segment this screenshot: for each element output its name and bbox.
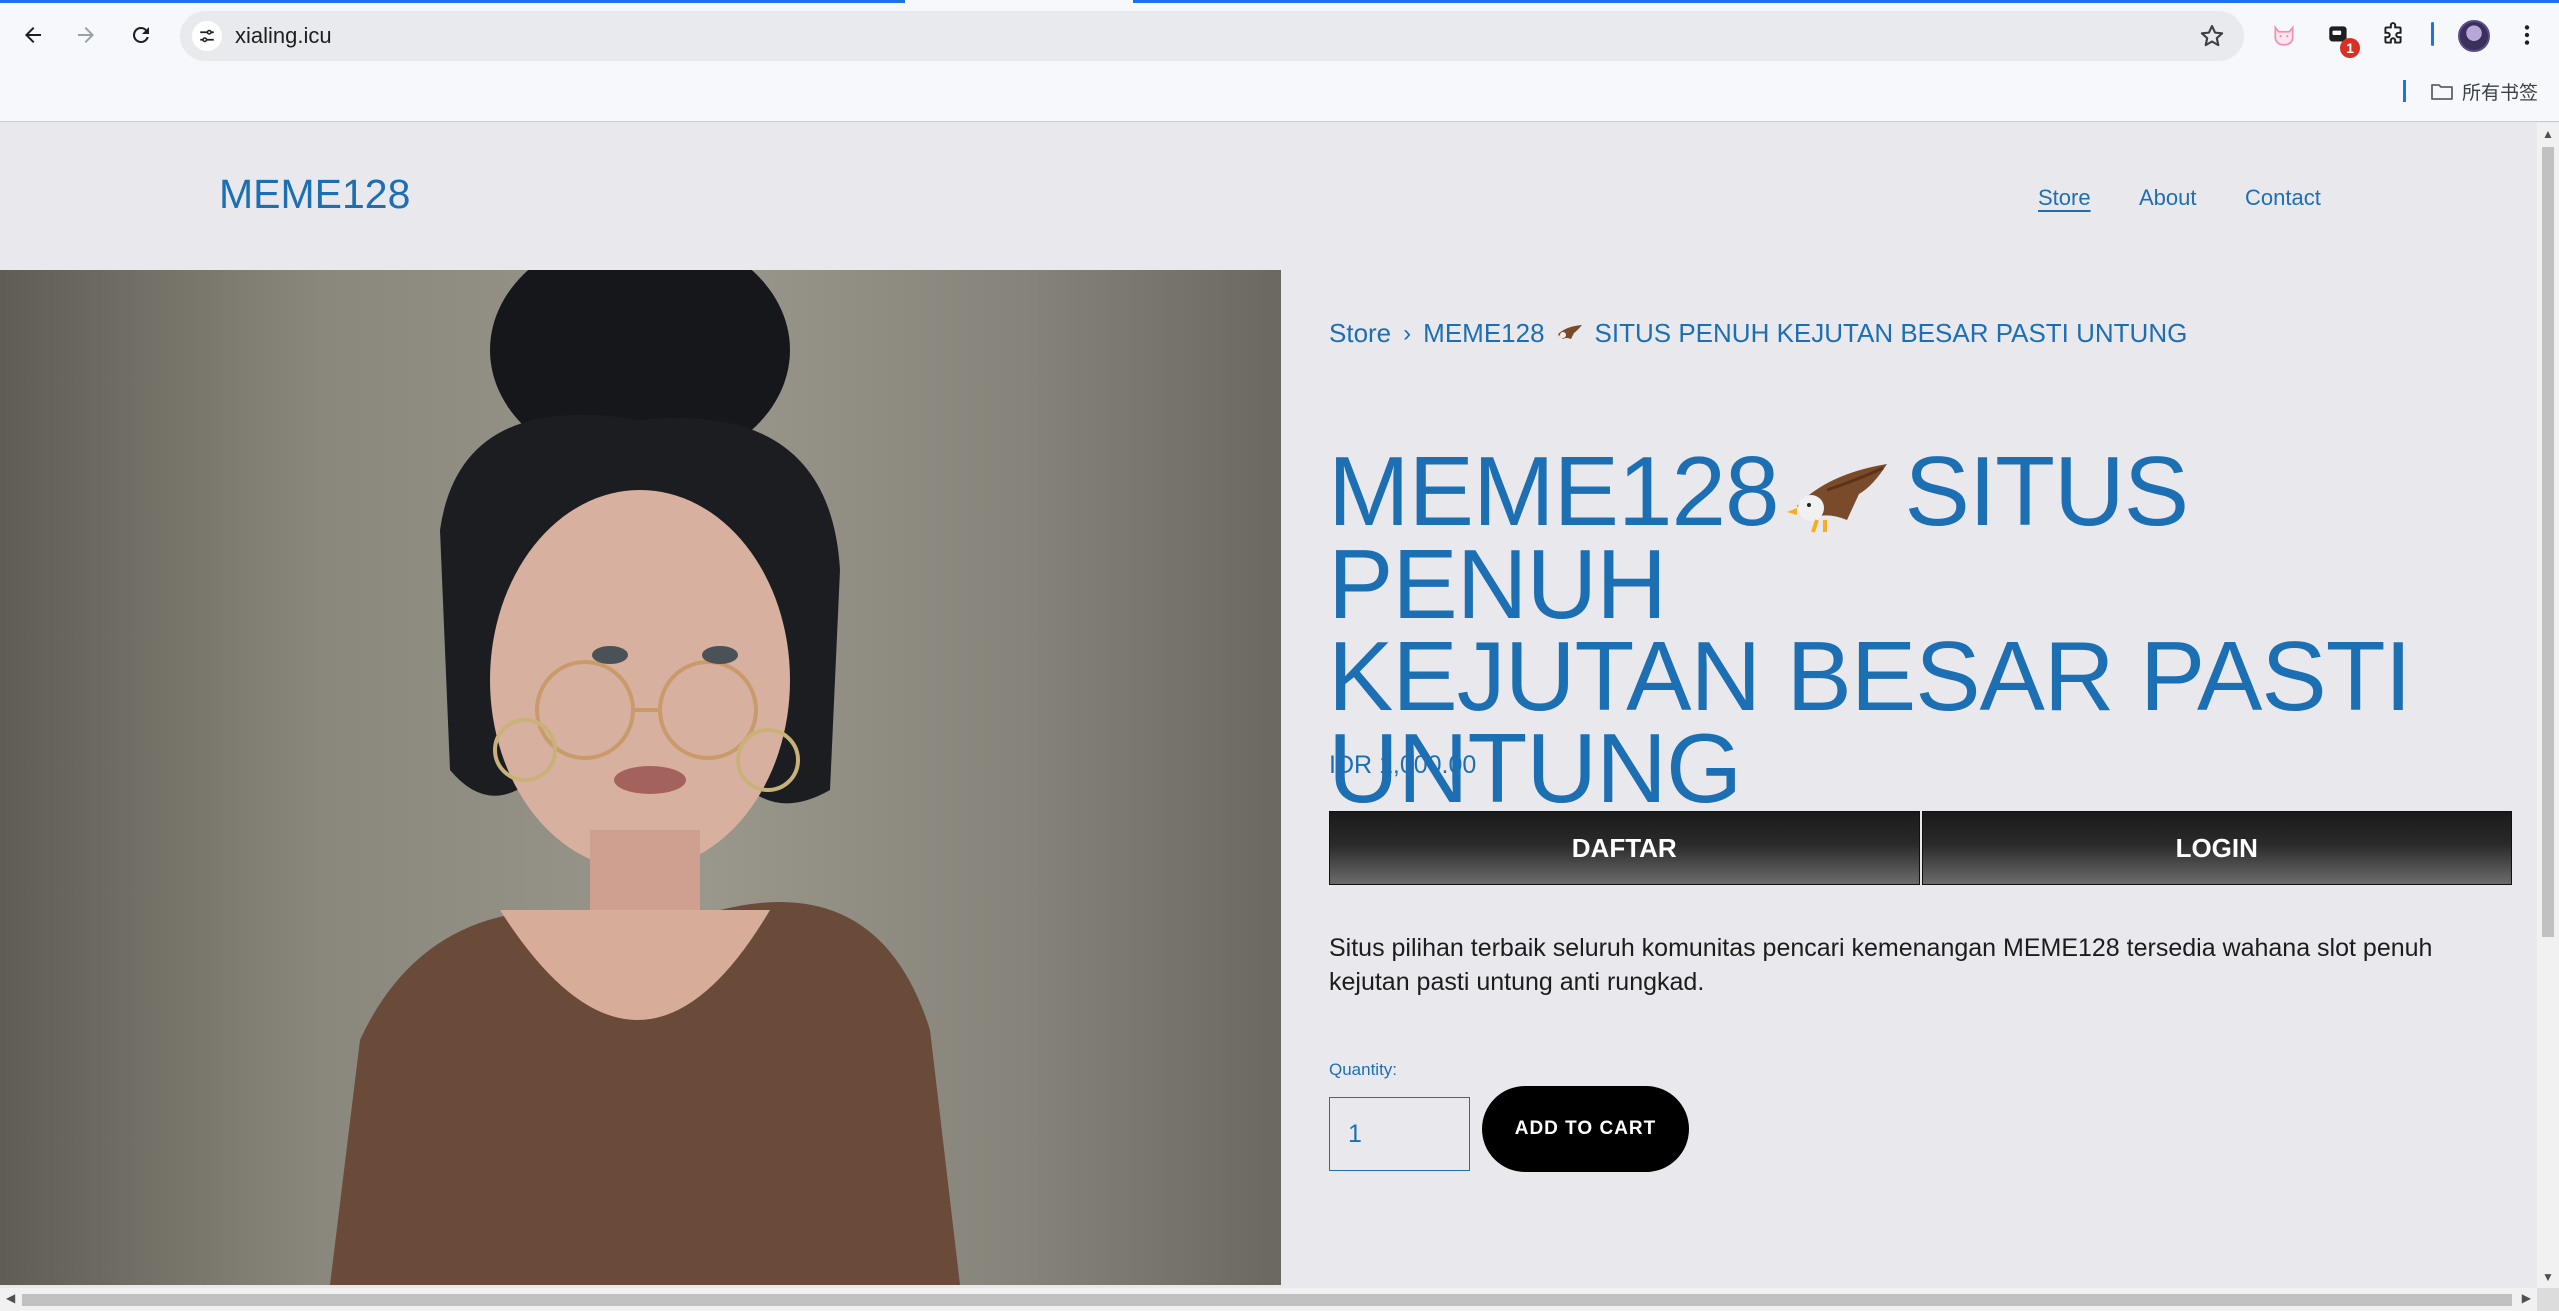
breadcrumb-current-prefix: MEME128 <box>1423 318 1545 348</box>
bookmark-star-icon[interactable] <box>2198 22 2226 50</box>
scroll-left-arrow[interactable]: ◀ <box>6 1291 15 1305</box>
scroll-up-arrow[interactable]: ▲ <box>2542 127 2554 141</box>
back-icon <box>25 27 41 43</box>
vertical-scroll-thumb[interactable] <box>2542 147 2554 937</box>
bookmark-bar-divider <box>2403 80 2406 102</box>
extension-badge-count: 1 <box>2340 38 2360 58</box>
site-info-icon[interactable] <box>192 21 222 51</box>
horizontal-scrollbar[interactable]: ◀ ▶ <box>0 1288 2537 1311</box>
login-button[interactable]: LOGIN <box>1921 811 2512 885</box>
forward-button[interactable] <box>67 16 105 54</box>
scroll-down-arrow[interactable]: ▼ <box>2542 1270 2554 1284</box>
loading-progress-bar <box>0 0 905 3</box>
cta-button-row: DAFTAR LOGIN <box>1329 811 2512 885</box>
menu-dots-icon[interactable] <box>2510 18 2544 52</box>
quantity-label: Quantity: <box>1329 1060 1398 1079</box>
address-bar[interactable]: xialing.icu <box>180 11 2244 61</box>
breadcrumb-current-suffix: SITUS PENUH KEJUTAN BESAR PASTI UNTUNG <box>1594 318 2188 348</box>
page-content: MEME128 Store About Contact Store › MEME… <box>0 123 2537 1285</box>
scrollbar-corner <box>2537 1288 2559 1311</box>
eagle-emoji-icon <box>1786 464 1887 533</box>
extension-badge-icon[interactable]: 1 <box>2322 18 2360 58</box>
back-button[interactable] <box>14 16 52 54</box>
forward-icon <box>78 27 94 43</box>
scroll-right-arrow[interactable]: ▶ <box>2522 1291 2531 1305</box>
product-title: MEME128 SITUS PENUH KEJUTAN BESAR PASTI U… <box>1328 442 2518 817</box>
vertical-scrollbar[interactable]: ▲ ▼ <box>2537 123 2559 1288</box>
address-url[interactable]: xialing.icu <box>235 23 332 49</box>
cat-extension-icon[interactable] <box>2267 18 2301 52</box>
puzzle-icon[interactable] <box>2376 18 2410 52</box>
eagle-emoji-icon <box>1556 324 1582 339</box>
nav-about[interactable]: About <box>2139 185 2197 211</box>
horizontal-scroll-thumb[interactable] <box>22 1294 2512 1306</box>
browser-toolbar: xialing.icu 1 所有书签 <box>0 0 2559 122</box>
daftar-button[interactable]: DAFTAR <box>1329 811 1920 885</box>
nav-contact[interactable]: Contact <box>2245 185 2321 211</box>
folder-icon <box>2431 83 2453 100</box>
breadcrumb: Store › MEME128 SITUS PENUH KEJUTAN BESA… <box>1329 318 2187 349</box>
loading-progress-bar-segment <box>1133 0 2559 3</box>
breadcrumb-store-link[interactable]: Store <box>1329 318 1391 349</box>
nav-store[interactable]: Store <box>2038 185 2091 211</box>
add-to-cart-button[interactable]: ADD TO CART <box>1482 1086 1689 1172</box>
product-image[interactable] <box>0 270 1281 1285</box>
all-bookmarks-button[interactable]: 所有书签 <box>2430 78 2538 105</box>
profile-avatar[interactable] <box>2458 20 2490 52</box>
all-bookmarks-label: 所有书签 <box>2462 82 2539 104</box>
product-description: Situs pilihan terbaik seluruh komunitas … <box>1329 934 2433 996</box>
product-photo-illustration <box>330 270 960 1285</box>
toolbar-divider <box>2431 22 2434 46</box>
product-price: IDR 1,000.00 <box>1329 751 1477 779</box>
reload-button[interactable] <box>122 16 160 54</box>
site-brand-link[interactable]: MEME128 <box>219 171 410 218</box>
quantity-input[interactable] <box>1329 1097 1470 1171</box>
reload-icon <box>132 26 149 43</box>
breadcrumb-separator: › <box>1403 319 1412 347</box>
